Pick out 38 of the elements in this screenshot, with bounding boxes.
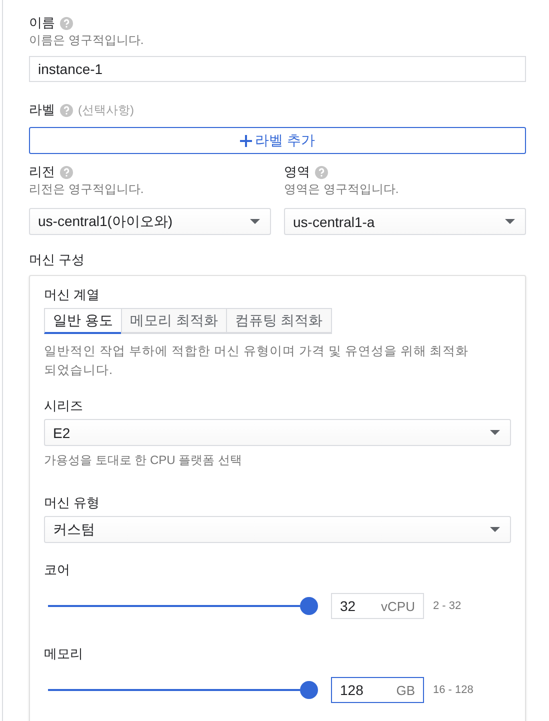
field-label: 머신 유형 [44,495,100,510]
field-hint: 이름은 영구적입니다. [29,32,145,49]
field-label: 코어 [44,562,70,577]
caret-icon [490,430,500,435]
field-label: 머신 계열 [44,287,100,302]
number-field[interactable]: 32 vCPU [331,593,424,619]
dropdown-select[interactable]: us-central1(아이오와) [29,208,271,235]
caret-icon [490,527,500,532]
field-label: 시리즈 [44,398,83,413]
caret-icon [505,219,515,224]
slider-thumb[interactable] [300,681,318,699]
field-label: 이름 [29,14,55,32]
unit-label: GB [396,682,415,698]
field-hint: 가용성을 토대로 한 CPU 플랫폼 선택 [44,452,244,469]
section-title: 머신 구성 [29,252,85,267]
series-select[interactable]: E2 [44,419,511,446]
machine-type-select[interactable]: 커스텀 [44,516,511,543]
field-hint: 영역은 영구적입니다. [284,181,400,198]
tab[interactable]: 일반 용도 [44,308,122,334]
range-text: 16 - 128 [433,684,474,696]
field-label: 라벨 [29,101,55,119]
caret-icon [250,219,260,224]
field-label: 영역 [284,163,310,181]
field-hint: 리전은 영구적입니다. [29,181,145,198]
description-text: 일반적인 작업 부하에 적합한 머신 유형이며 가격 및 유연성을 위해 최적화되었습니다. [44,343,470,379]
unit-label: vCPU [381,598,415,614]
optional-note: (선택사항) [78,102,134,118]
add-label-button[interactable]: 라벨 추가 [29,127,526,154]
tab[interactable]: 컴퓨팅 최적화 [226,308,332,334]
number-field[interactable]: 128 GB [331,677,424,703]
dropdown-select[interactable]: us-central1-a [284,208,526,235]
plus-icon [240,134,252,146]
tab[interactable]: 메모리 최적화 [120,308,227,334]
field-label: 리전 [29,163,55,181]
name-field[interactable]: instance-1 [29,56,526,82]
slider-thumb[interactable] [300,597,318,615]
field-label: 메모리 [44,646,83,661]
range-text: 2 - 32 [433,600,462,612]
